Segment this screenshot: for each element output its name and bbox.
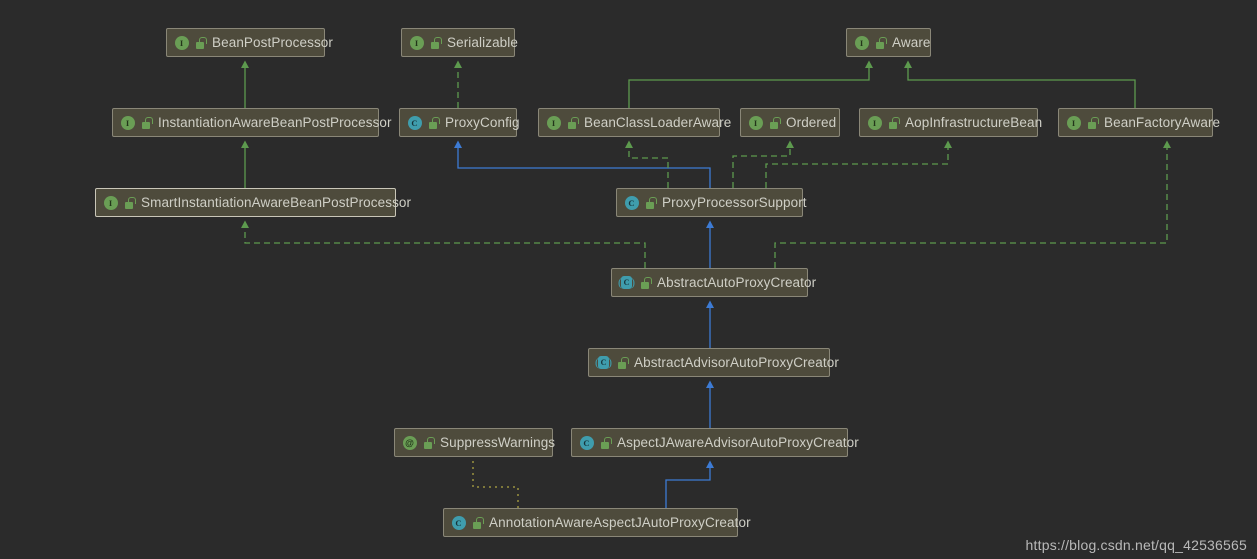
class-node-label: SmartInstantiationAwareBeanPostProcessor	[141, 194, 412, 210]
public-visibility-icon	[601, 436, 612, 449]
public-visibility-icon	[641, 276, 652, 289]
class-node-AbstractAdvisorAutoProxyCreator[interactable]: () C AbstractAdvisorAutoProxyCreator	[588, 348, 839, 377]
class-node-label: ProxyConfig	[445, 114, 520, 130]
public-visibility-icon	[646, 196, 657, 209]
class-node-label: AopInfrastructureBean	[905, 114, 1043, 130]
class-icon: C	[579, 435, 594, 450]
class-node-Ordered[interactable]: I Ordered	[740, 108, 840, 137]
edge-bcla-to-aware	[628, 60, 873, 108]
class-node-AspectJAwareAdvisorAutoProxyCreator[interactable]: C AspectJAwareAdvisorAutoProxyCreator	[571, 428, 859, 457]
class-icon: C	[624, 195, 639, 210]
edge-aapc-to-bfa	[774, 140, 1171, 268]
interface-icon: I	[103, 195, 118, 210]
public-visibility-icon	[142, 116, 153, 129]
class-node-BeanClassLoaderAware[interactable]: I BeanClassLoaderAware	[538, 108, 731, 137]
class-icon: C	[407, 115, 422, 130]
watermark-text: https://blog.csdn.net/qq_42536565	[1025, 537, 1247, 553]
public-visibility-icon	[618, 356, 629, 369]
edge-anaapc-to-suppresswarnings	[472, 460, 519, 508]
edge-anaapc-to-ajaapc	[665, 460, 714, 508]
public-visibility-icon	[889, 116, 900, 129]
interface-icon: I	[409, 35, 424, 50]
interface-icon: I	[546, 115, 561, 130]
public-visibility-icon	[876, 36, 887, 49]
class-node-label: Serializable	[447, 34, 518, 50]
interface-icon: I	[748, 115, 763, 130]
public-visibility-icon	[125, 196, 136, 209]
abstract-class-icon: () C	[595, 355, 612, 369]
class-node-BeanFactoryAware[interactable]: I BeanFactoryAware	[1058, 108, 1220, 137]
class-node-label: BeanPostProcessor	[212, 34, 334, 50]
interface-icon: I	[120, 115, 135, 130]
interface-icon: I	[854, 35, 869, 50]
class-node-label: AbstractAutoProxyCreator	[657, 274, 817, 290]
class-node-label: BeanFactoryAware	[1104, 114, 1221, 130]
public-visibility-icon	[424, 436, 435, 449]
class-node-InstantiationAwareBeanPostProcessor[interactable]: I InstantiationAwareBeanPostProcessor	[112, 108, 392, 137]
edge-pps-to-proxyconfig	[454, 140, 711, 188]
class-node-label: AbstractAdvisorAutoProxyCreator	[634, 354, 839, 370]
public-visibility-icon	[1088, 116, 1099, 129]
class-node-label: ProxyProcessorSupport	[662, 194, 807, 210]
interface-icon: I	[1066, 115, 1081, 130]
edge-bfa-to-aware	[904, 60, 1136, 108]
class-node-BeanPostProcessor[interactable]: I BeanPostProcessor	[166, 28, 333, 57]
class-node-label: BeanClassLoaderAware	[584, 114, 732, 130]
class-node-Aware[interactable]: I Aware	[846, 28, 931, 57]
interface-icon: I	[867, 115, 882, 130]
edge-aapc-to-siabpp	[241, 220, 646, 268]
abstract-class-icon: () C	[618, 275, 635, 289]
class-node-ProxyConfig[interactable]: C ProxyConfig	[399, 108, 520, 137]
class-node-AnnotationAwareAspectJAutoProxyCreator[interactable]: C AnnotationAwareAspectJAutoProxyCreator	[443, 508, 751, 537]
class-node-Serializable[interactable]: I Serializable	[401, 28, 518, 57]
class-node-label: Aware	[892, 34, 931, 50]
class-node-SmartInstantiationAwareBeanPostProcessor[interactable]: I SmartInstantiationAwareBeanPostProcesso…	[95, 188, 411, 217]
class-node-label: AnnotationAwareAspectJAutoProxyCreator	[489, 514, 751, 530]
public-visibility-icon	[196, 36, 207, 49]
edge-pps-to-ordered	[732, 140, 794, 188]
interface-icon: I	[174, 35, 189, 50]
class-icon: C	[451, 515, 466, 530]
class-node-AbstractAutoProxyCreator[interactable]: () C AbstractAutoProxyCreator	[611, 268, 816, 297]
uml-class-diagram[interactable]: I BeanPostProcessor I Serializable I Aware I In…	[0, 0, 1257, 559]
public-visibility-icon	[770, 116, 781, 129]
public-visibility-icon	[568, 116, 579, 129]
class-node-label: Ordered	[786, 114, 837, 130]
public-visibility-icon	[429, 116, 440, 129]
public-visibility-icon	[473, 516, 484, 529]
class-node-AopInfrastructureBean[interactable]: I AopInfrastructureBean	[859, 108, 1042, 137]
public-visibility-icon	[431, 36, 442, 49]
class-node-SuppressWarnings[interactable]: @ SuppressWarnings	[394, 428, 556, 457]
class-node-label: SuppressWarnings	[440, 434, 556, 450]
annotation-icon: @	[402, 435, 417, 450]
edge-pps-to-aib	[765, 140, 952, 188]
class-node-label: InstantiationAwareBeanPostProcessor	[158, 114, 392, 130]
class-node-label: AspectJAwareAdvisorAutoProxyCreator	[617, 434, 859, 450]
class-node-ProxyProcessorSupport[interactable]: C ProxyProcessorSupport	[616, 188, 807, 217]
